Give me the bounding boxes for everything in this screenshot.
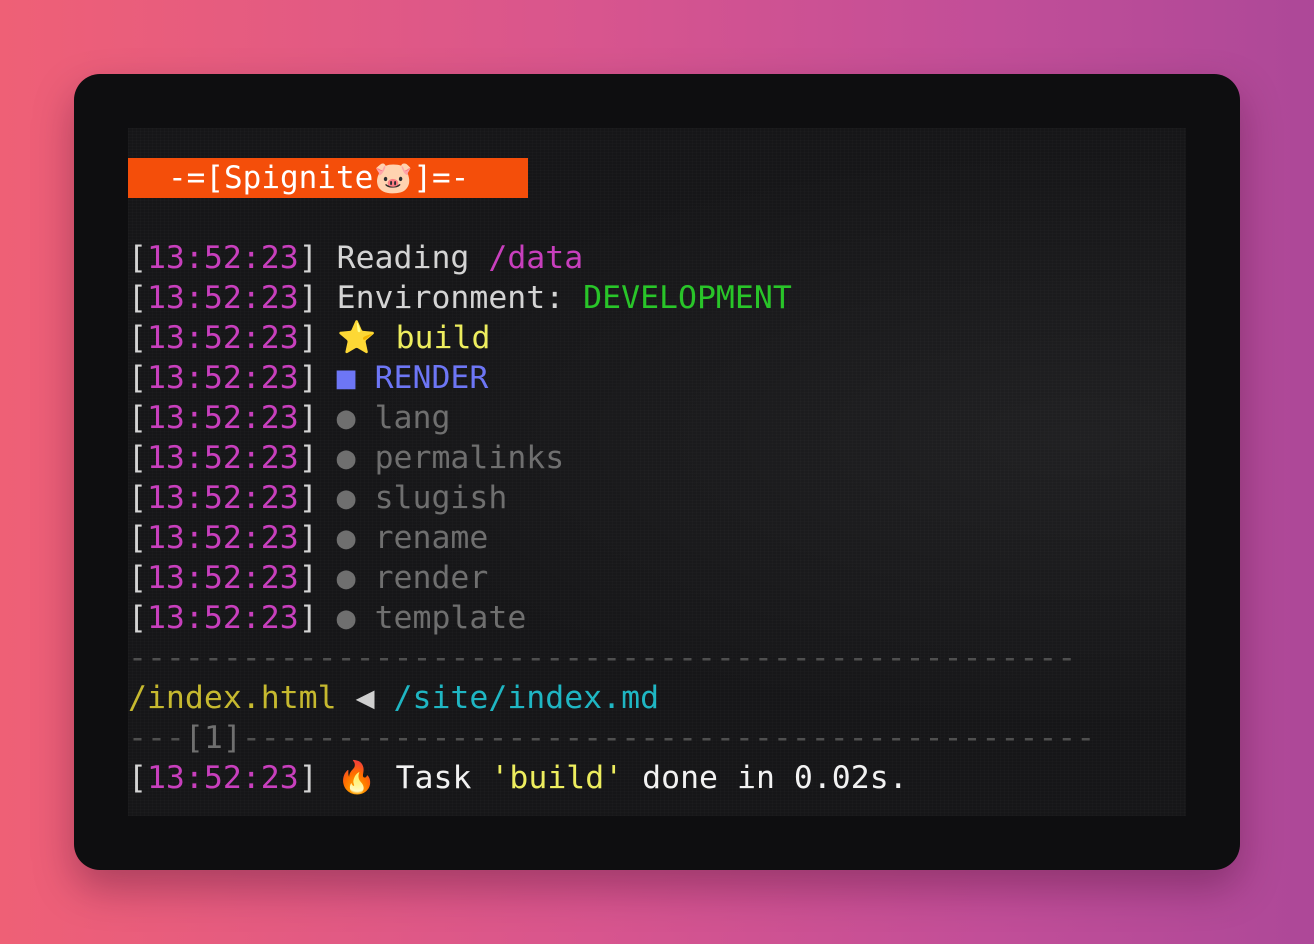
- log-line-step: [13:52:23] ● template: [128, 600, 527, 636]
- step-label: slugish: [374, 480, 508, 516]
- bullet-icon: ●: [336, 520, 356, 556]
- log-line-step: [13:52:23] ● slugish: [128, 480, 508, 516]
- log-line-done: [13:52:23] 🔥 Task 'build' done in 0.02s.: [128, 760, 908, 796]
- task-name: 'build': [490, 760, 624, 796]
- task-label: Task: [395, 760, 472, 796]
- reading-label: Reading: [336, 240, 470, 276]
- source-path: /site/index.md: [393, 680, 660, 716]
- bullet-icon: ●: [336, 560, 356, 596]
- step-label: lang: [374, 400, 451, 436]
- banner-prefix: -=[Spignite: [168, 160, 374, 196]
- divider-rule-prefix: ---: [128, 720, 185, 756]
- output-path: /index.html: [128, 680, 337, 716]
- step-label: render: [374, 560, 489, 596]
- log-line-step: [13:52:23] ● lang: [128, 400, 451, 436]
- log-line-environment: [13:52:23] Environment: DEVELOPMENT: [128, 280, 792, 316]
- star-icon: ⭐: [337, 320, 377, 356]
- bullet-icon: ●: [336, 600, 356, 636]
- file-mapping: /index.html ◀ /site/index.md: [128, 678, 1186, 718]
- banner-suffix: ]=-: [413, 160, 470, 196]
- done-message: done in 0.02s.: [642, 760, 908, 796]
- divider-rule: ----------------------------------------…: [128, 640, 1077, 676]
- page-divider: ---[1]----------------------------------…: [128, 718, 1186, 758]
- log-line-step: [13:52:23] ● rename: [128, 520, 489, 556]
- timestamp: 13:52:23: [146, 760, 299, 796]
- build-label: build: [395, 320, 491, 356]
- timestamp: 13:52:23: [146, 320, 299, 356]
- timestamp: 13:52:23: [146, 440, 299, 476]
- step-label: permalinks: [374, 440, 565, 476]
- square-icon: ■: [336, 360, 356, 396]
- timestamp: 13:52:23: [146, 280, 299, 316]
- timestamp: 13:52:23: [146, 400, 299, 436]
- step-label: template: [374, 600, 527, 636]
- timestamp: 13:52:23: [146, 560, 299, 596]
- timestamp: 13:52:23: [146, 480, 299, 516]
- timestamp: 13:52:23: [146, 240, 299, 276]
- environment-label: Environment:: [336, 280, 565, 316]
- timestamp: 13:52:23: [146, 600, 299, 636]
- fire-icon: 🔥: [337, 760, 377, 796]
- environment-value: DEVELOPMENT: [583, 280, 792, 316]
- arrow-left-icon: ◀: [355, 680, 375, 716]
- log-line-step: [13:52:23] ● render: [128, 560, 489, 596]
- timestamp: 13:52:23: [146, 360, 299, 396]
- spignite-banner: -=[Spignite🐷]=-: [128, 158, 528, 198]
- log-lines: [13:52:23] Reading /data [13:52:23] Envi…: [128, 238, 1186, 798]
- bullet-icon: ●: [336, 400, 356, 436]
- log-line-step: [13:52:23] ● permalinks: [128, 440, 565, 476]
- terminal-output[interactable]: -=[Spignite🐷]=- [13:52:23] Reading /data…: [128, 128, 1186, 816]
- divider-rule-suffix: ----------------------------------------…: [241, 720, 1096, 756]
- reading-path: /data: [488, 240, 584, 276]
- log-line-build: [13:52:23] ⭐ build: [128, 320, 491, 356]
- timestamp: 13:52:23: [146, 520, 299, 556]
- log-line-reading: [13:52:23] Reading /data: [128, 240, 584, 276]
- divider-line: ----------------------------------------…: [128, 638, 1186, 678]
- bullet-icon: ●: [336, 440, 356, 476]
- pig-icon: 🐷: [374, 160, 413, 196]
- step-label: rename: [374, 520, 489, 556]
- page-number: [1]: [184, 720, 242, 756]
- render-label: RENDER: [374, 360, 489, 396]
- log-line-render: [13:52:23] ■ RENDER: [128, 360, 489, 396]
- bullet-icon: ●: [336, 480, 356, 516]
